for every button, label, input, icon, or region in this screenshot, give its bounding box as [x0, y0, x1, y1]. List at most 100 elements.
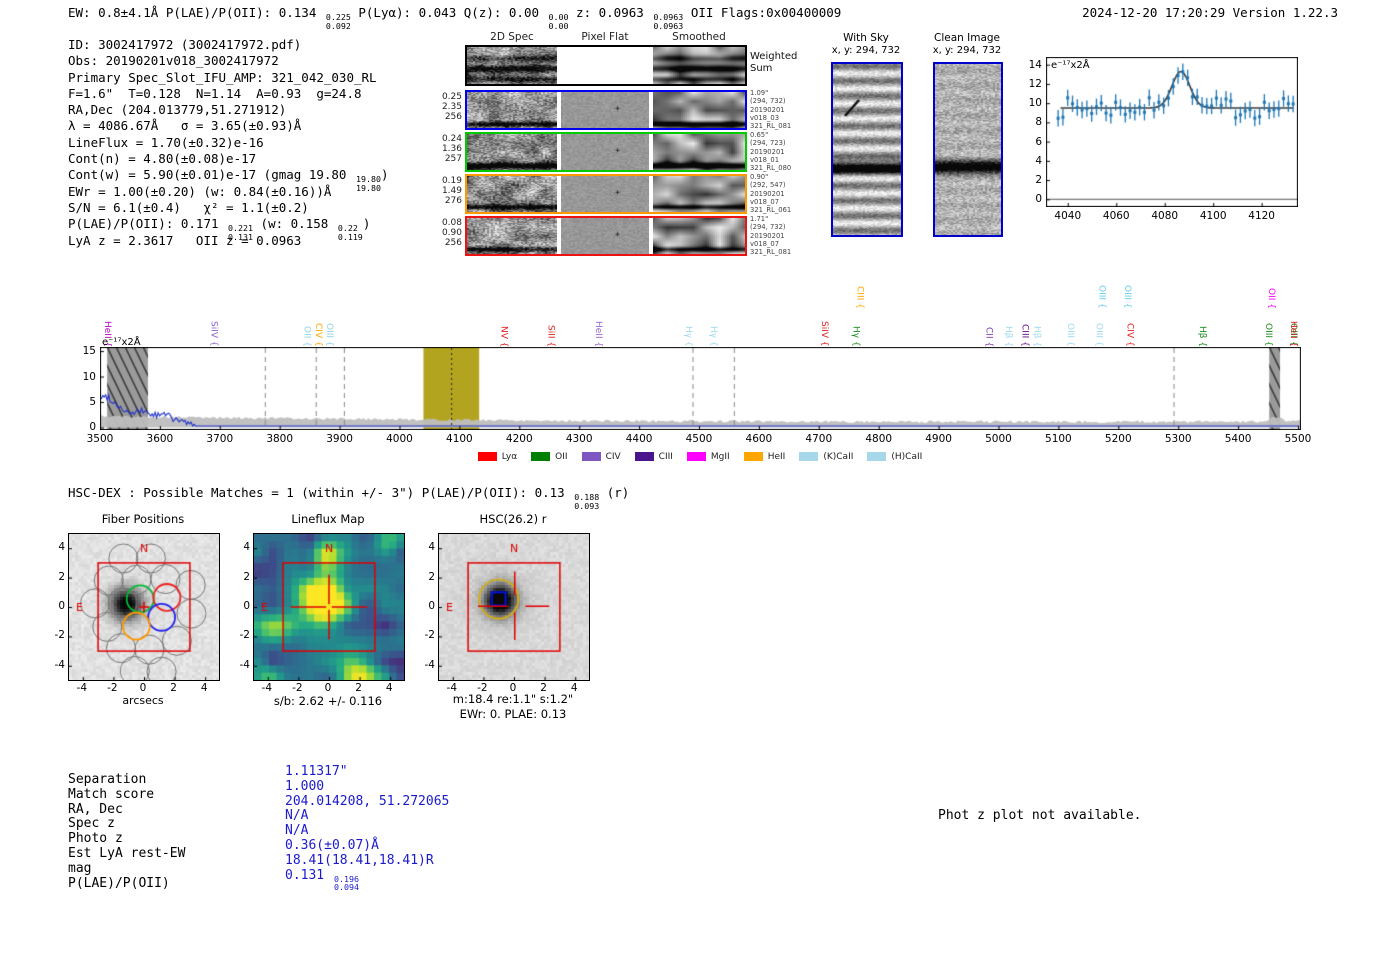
spectrum-unit-label: e⁻¹⁷x2Å [102, 337, 141, 348]
axis-tick-label: 15 [70, 345, 96, 357]
spec2d-strip-spec [467, 218, 557, 254]
line-fit-inset-plot [1046, 57, 1298, 207]
spectrum-legend: LyαOIICIVCIIIMgIIHeII(K)CaII(H)CaII [100, 446, 1300, 465]
with-sky-title: With Sky [816, 32, 916, 44]
legend-swatch [799, 452, 818, 461]
match-table-label: P(LAE)/P(OII) [68, 876, 185, 891]
axis-tick-label: -2 [411, 629, 435, 641]
spectral-line-label: OIII { [1065, 323, 1075, 347]
axis-tick-label: 4200 [495, 433, 543, 445]
axis-tick-label: 5400 [1214, 433, 1262, 445]
stacked-uncertainty: 0.2250.092 [324, 13, 351, 30]
axis-tick-label: 4100 [1193, 210, 1233, 222]
axis-tick-label: 5300 [1154, 433, 1202, 445]
spec2d-strip-spec [467, 176, 557, 212]
axis-tick-label: 4700 [795, 433, 843, 445]
spectral-line-label: OIII { [1096, 285, 1106, 309]
spectral-line-label: HeII { [1288, 321, 1298, 347]
summary-header: EW: 0.8±4.1Å P(LAE)/P(OII): 0.134 0.2250… [68, 5, 841, 29]
legend-swatch [478, 452, 497, 461]
text-segment: N/A [285, 808, 308, 823]
text-segment: λ = 4086.67Å σ = 3.65(±0.93)Å [68, 118, 301, 133]
text-segment: ) [381, 167, 389, 182]
row-meta: (294, 723) [750, 139, 791, 147]
spec2d-strip-smooth [653, 218, 745, 254]
text-segment: F=1.6" T=0.128 N=1.14 A=0.93 g=24.8 [68, 86, 362, 101]
match-table-value: 0.36(±0.07)Å [285, 838, 449, 853]
match-table-label: mag [68, 861, 185, 876]
uncertainty-low: 0.119 [338, 233, 363, 242]
axis-tick-label: 4 [189, 682, 219, 694]
axis-tick-label: 3700 [196, 433, 244, 445]
spec2d-strip-flat [561, 134, 649, 170]
axis-tick-label: 4600 [735, 433, 783, 445]
spec2d-exposure-row [465, 90, 747, 130]
legend-swatch [744, 452, 763, 461]
spec2d-strip-flat [561, 176, 649, 212]
text-segment: Cont(n) = 4.80(±0.08)e-17 [68, 151, 256, 166]
spectral-line-label: OII { [1266, 288, 1276, 309]
axis-tick-label: 4040 [1048, 210, 1088, 222]
hsc-cutout-canvas [438, 533, 590, 681]
axis-tick-label: 12 [1014, 78, 1042, 90]
info-line: λ = 4086.67Å σ = 3.65(±0.93)Å [68, 118, 389, 134]
spec2d-strip-spec [467, 92, 557, 128]
match-table-value: N/A [285, 823, 449, 838]
info-line: S/N = 6.1(±0.4) χ² = 1.1(±0.2) [68, 200, 389, 216]
spectral-line-label: Hγ { [683, 326, 693, 347]
axis-tick-label: 0 [498, 682, 528, 694]
text-segment: RA,Dec (204.013779,51.271912) [68, 102, 286, 117]
fiber-positions-canvas [68, 533, 220, 681]
match-table-label: Separation [68, 772, 185, 787]
row-meta: 321_RL_061 [750, 206, 791, 214]
spectral-line-label: Hβ { [1003, 326, 1013, 347]
text-segment: EW: 0.8±4.1Å P(LAE)/P(OII): 0.134 [68, 5, 324, 20]
legend-label: CIV [606, 452, 621, 462]
legend-item: (K)CaII [799, 452, 853, 462]
match-table-value: 1.000 [285, 779, 449, 794]
legend-swatch [687, 452, 706, 461]
spectral-line-label: CIV { [313, 323, 323, 347]
match-table-value: 18.41(18.41,18.41)R [285, 853, 449, 868]
legend-swatch [582, 452, 601, 461]
spec2d-row-left-labels: 0.252.35256 [430, 93, 462, 123]
legend-label: Lyα [502, 452, 517, 462]
match-table-labels: SeparationMatch scoreRA, DecSpec zPhoto … [68, 772, 185, 890]
text-segment: P(LAE)/P(OII): 0.171 [68, 216, 226, 231]
legend-label: MgII [711, 452, 730, 462]
axis-tick-label: 4060 [1096, 210, 1136, 222]
axis-tick-label: 2 [344, 682, 374, 694]
spectral-line-label: CIV { [1124, 323, 1134, 347]
uncertainty-low: 0.093 [574, 502, 599, 511]
text-segment: Cont(w) = 5.90(±0.01)e-17 (gmag 19.80 [68, 167, 354, 182]
axis-tick-label: 3600 [136, 433, 184, 445]
spectral-line-label: SiIV { [819, 321, 829, 347]
spec2d-row-annotation: 0.65"(294, 723)20190201v018_01321_RL_080 [750, 131, 791, 172]
weighted-sum-label: Weighted Sum [750, 51, 806, 75]
axis-tick-label: 4080 [1145, 210, 1185, 222]
uncertainty-low: 0.0963 [653, 22, 683, 31]
spec2d-column-title: Pixel Flat [555, 31, 655, 43]
axis-tick-label: 2 [41, 571, 65, 583]
text-segment: Obs: 20190201v018_3002417972 [68, 53, 279, 68]
axis-tick-label: 4300 [555, 433, 603, 445]
text-segment: ID: 3002417972 (3002417972.pdf) [68, 37, 301, 52]
row-meta: 321_RL_081 [750, 122, 791, 130]
axis-tick-label: 0 [1014, 193, 1042, 205]
row-meta: 1.71" [750, 215, 791, 223]
row-meta: 0.65" [750, 131, 791, 139]
fiber-xlabel: arcsecs [68, 694, 218, 707]
axis-tick-label: 10 [1014, 97, 1042, 109]
axis-tick-label: 4 [226, 541, 250, 553]
stacked-uncertainty: 0.220.119 [336, 224, 363, 241]
spec2d-row-annotation: 1.09"(294, 732)20190201v018_03321_RL_081 [750, 89, 791, 130]
legend-label: (K)CaII [823, 452, 853, 462]
axis-tick-label: -2 [41, 629, 65, 641]
legend-item: CIII [635, 452, 673, 462]
text-segment: 1.000 [285, 779, 324, 794]
spectral-line-label: OIII { [1093, 323, 1103, 347]
spec2d-exposure-row [465, 174, 747, 214]
info-line: Primary Spec_Slot_IFU_AMP: 321_042_030_R… [68, 70, 389, 86]
elixer-report-page: EW: 0.8±4.1Å P(LAE)/P(OII): 0.134 0.2250… [0, 0, 1400, 953]
match-table-value: 0.131 0.1960.094 [285, 868, 449, 883]
